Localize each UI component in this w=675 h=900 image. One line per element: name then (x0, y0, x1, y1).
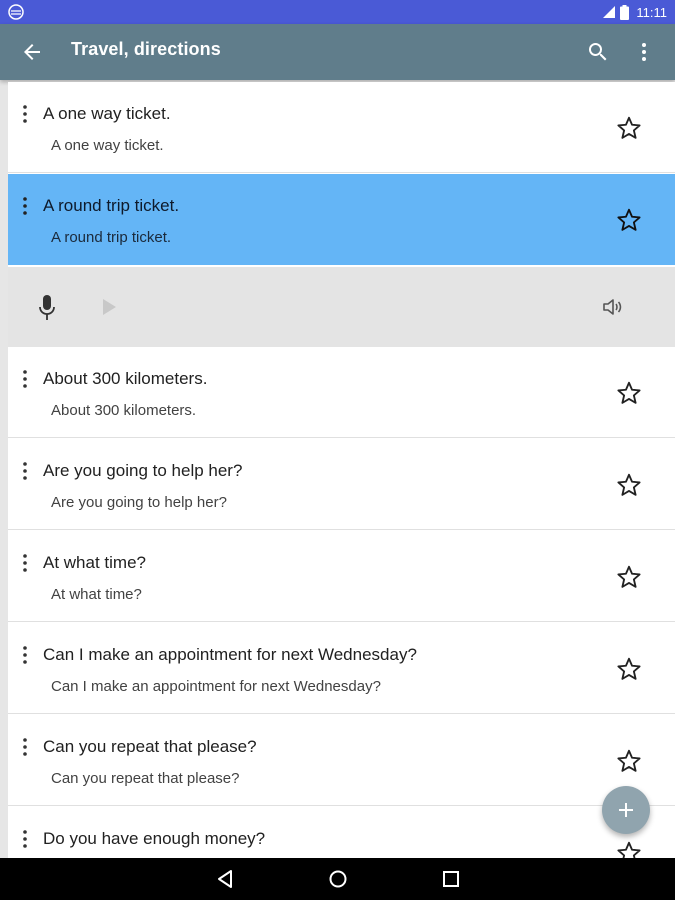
phrase-secondary-text: A one way ticket. (51, 137, 164, 154)
row-menu-icon[interactable] (20, 196, 30, 216)
phrase-row[interactable]: Do you have enough money? (8, 807, 675, 858)
phrase-row[interactable]: About 300 kilometers. About 300 kilomete… (8, 347, 675, 438)
row-menu-icon[interactable] (20, 645, 30, 665)
phrase-secondary-text: Can you repeat that please? (51, 770, 240, 787)
phrase-row[interactable]: Are you going to help her? Are you going… (8, 439, 675, 530)
status-bar: 11:11 (0, 0, 675, 24)
page-title: Travel, directions (71, 39, 221, 59)
app-toolbar: Travel, directions (0, 24, 675, 80)
nav-home-icon[interactable] (327, 868, 349, 890)
phrase-secondary-text: A round trip ticket. (51, 229, 172, 246)
phrase-secondary-text: At what time? (51, 586, 142, 603)
phrase-secondary-text: Are you going to help her? (51, 494, 227, 511)
speaker-icon[interactable] (601, 295, 625, 319)
signal-icon (603, 6, 616, 18)
star-outline-icon[interactable] (616, 656, 642, 682)
row-menu-icon[interactable] (20, 104, 30, 124)
phrase-primary-text: Do you have enough money? (43, 829, 266, 848)
phrase-primary-text: A one way ticket. (43, 104, 171, 123)
phrase-list: A one way ticket. A one way ticket. A ro… (8, 82, 675, 858)
star-outline-icon[interactable] (616, 207, 642, 233)
phrase-primary-text: A round trip ticket. (43, 196, 180, 215)
star-outline-icon[interactable] (616, 380, 642, 406)
star-outline-icon[interactable] (616, 115, 642, 141)
add-phrase-button[interactable] (602, 786, 650, 834)
phrase-secondary-text: About 300 kilometers. (51, 402, 197, 419)
app-notification-icon (8, 4, 24, 20)
star-outline-icon[interactable] (616, 748, 642, 774)
row-menu-icon[interactable] (20, 737, 30, 757)
phrase-primary-text: About 300 kilometers. (43, 369, 208, 388)
star-outline-icon[interactable] (616, 840, 642, 858)
phrase-row[interactable]: Can I make an appointment for next Wedne… (8, 623, 675, 714)
search-icon[interactable] (586, 40, 610, 64)
arrow-back-icon[interactable] (20, 40, 44, 64)
audio-player-panel (8, 267, 675, 347)
nav-back-icon[interactable] (214, 868, 236, 890)
phrase-row[interactable]: At what time? At what time? (8, 531, 675, 622)
phrase-secondary-text: Can I make an appointment for next Wedne… (51, 678, 381, 695)
phrase-row[interactable]: Can you repeat that please? Can you repe… (8, 715, 675, 806)
play-icon[interactable] (100, 298, 118, 316)
phrase-primary-text: Can I make an appointment for next Wedne… (43, 645, 417, 664)
phrase-primary-text: Are you going to help her? (43, 461, 243, 480)
row-menu-icon[interactable] (20, 461, 30, 481)
row-menu-icon[interactable] (20, 369, 30, 389)
phrase-row[interactable]: A one way ticket. A one way ticket. (8, 82, 675, 173)
row-menu-icon[interactable] (20, 829, 30, 849)
nav-recents-icon[interactable] (440, 868, 462, 890)
phrase-primary-text: At what time? (43, 553, 146, 572)
system-nav-bar (0, 858, 675, 900)
microphone-icon[interactable] (38, 294, 56, 322)
star-outline-icon[interactable] (616, 564, 642, 590)
row-menu-icon[interactable] (20, 553, 30, 573)
status-time: 11:11 (636, 4, 667, 20)
star-outline-icon[interactable] (616, 472, 642, 498)
phrase-primary-text: Can you repeat that please? (43, 737, 257, 756)
battery-icon (620, 4, 630, 20)
more-vert-icon[interactable] (632, 40, 656, 64)
add-icon (619, 803, 633, 817)
phrase-row-selected[interactable]: A round trip ticket. A round trip ticket… (8, 174, 675, 265)
